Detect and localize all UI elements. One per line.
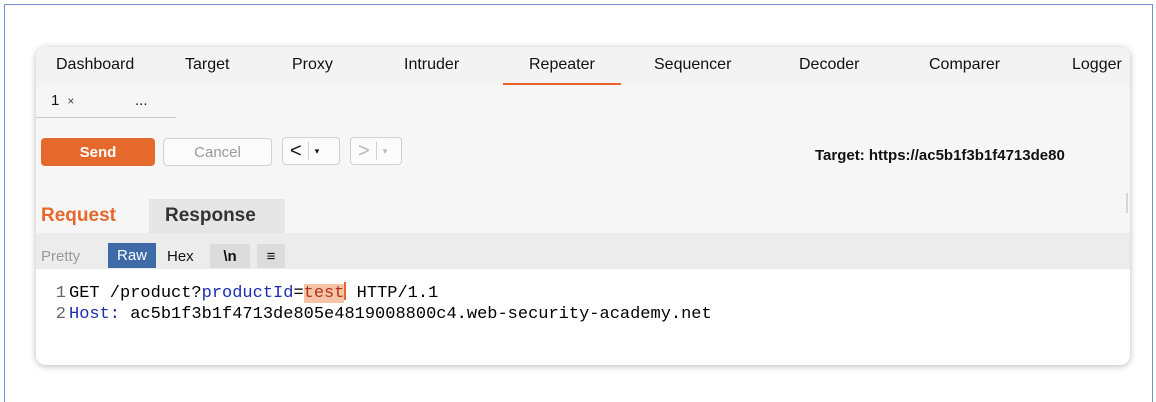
repeater-subtab-bar: 1 × ... <box>36 85 1130 119</box>
tab-target[interactable]: Target <box>185 56 229 74</box>
tab-proxy[interactable]: Proxy <box>292 56 333 74</box>
tab-response-label: Response <box>165 205 256 226</box>
query-param-value-selected: test <box>303 284 345 303</box>
tab-sequencer[interactable]: Sequencer <box>654 56 731 74</box>
menu-icon[interactable]: ≡ <box>257 244 285 268</box>
repeater-tab-1-label: 1 <box>51 92 60 109</box>
cancel-button[interactable]: Cancel <box>163 138 272 166</box>
tab-response[interactable]: Response <box>149 199 285 235</box>
chevron-down-icon[interactable]: ▾ <box>377 146 394 157</box>
tab-request[interactable]: Request <box>41 205 116 227</box>
toolbar: Send Cancel < ▾ > ▾ Target: https://ac5b… <box>36 119 1130 182</box>
target-label[interactable]: Target: https://ac5b1f3b1f4713de80 <box>815 147 1065 164</box>
view-pretty-button[interactable]: Pretty <box>41 244 80 268</box>
repeater-tab-1[interactable]: 1 × <box>51 92 74 109</box>
chevron-left-icon: < <box>290 140 302 162</box>
subtab-divider <box>36 117 176 118</box>
send-button[interactable]: Send <box>41 138 155 166</box>
editor-line: 2 Host: ac5b1f3b1f4713de805e4819008800c4.… <box>36 305 712 324</box>
tab-intruder[interactable]: Intruder <box>404 56 459 74</box>
tab-dashboard[interactable]: Dashboard <box>56 56 134 74</box>
history-forward-button[interactable]: > ▾ <box>350 137 402 165</box>
editor-line: 1 GET /product?productId=test HTTP/1.1 <box>36 282 438 303</box>
tab-repeater[interactable]: Repeater <box>503 56 621 85</box>
repeater-window: Dashboard Target Proxy Intruder Repeater… <box>36 47 1130 365</box>
message-tab-bar: Request Response <box>36 181 1130 235</box>
pane-resize-handle[interactable] <box>1126 193 1128 213</box>
chevron-down-icon[interactable]: ▾ <box>309 146 326 157</box>
view-mode-bar: Pretty Raw Hex \n ≡ <box>36 233 1130 269</box>
view-hex-button[interactable]: Hex <box>167 244 194 268</box>
main-tab-bar: Dashboard Target Proxy Intruder Repeater… <box>36 47 1130 86</box>
more-tabs-button[interactable]: ... <box>135 92 148 109</box>
tab-logger[interactable]: Logger <box>1072 56 1122 74</box>
query-equals: = <box>293 284 304 303</box>
request-editor[interactable]: 1 GET /product?productId=test HTTP/1.1 2H… <box>36 269 1130 365</box>
close-icon[interactable]: × <box>67 94 74 108</box>
query-param-name: productId <box>201 284 294 303</box>
tab-comparer[interactable]: Comparer <box>929 56 1000 74</box>
line-number: 1 <box>55 284 66 303</box>
header-name: Host: <box>69 305 121 324</box>
view-raw-button[interactable]: Raw <box>108 243 156 268</box>
chevron-right-icon: > <box>358 140 370 162</box>
tab-decoder[interactable]: Decoder <box>799 56 859 74</box>
show-newlines-button[interactable]: \n <box>210 244 250 268</box>
http-version: HTTP/1.1 <box>346 284 439 303</box>
line-number: 2 <box>55 305 66 324</box>
history-back-button[interactable]: < ▾ <box>282 137 340 165</box>
header-value: ac5b1f3b1f4713de805e4819008800c4.web-sec… <box>120 305 712 324</box>
request-method-path: GET /product? <box>69 284 202 303</box>
